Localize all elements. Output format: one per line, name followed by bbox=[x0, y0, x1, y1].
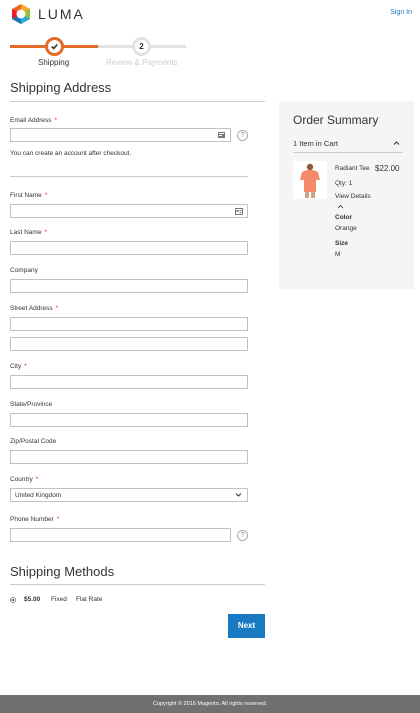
shipping-method-row[interactable]: $5.00 Fixed Flat Rate bbox=[10, 596, 210, 606]
summary-divider bbox=[293, 152, 403, 153]
street-label-text: Street Address bbox=[10, 305, 53, 312]
logo-text: LUMA bbox=[38, 6, 85, 22]
last-name-label-text: Last Name bbox=[10, 229, 42, 236]
size-option-value: M bbox=[335, 251, 341, 258]
state-field[interactable] bbox=[10, 413, 248, 427]
phone-help-icon[interactable]: ? bbox=[237, 530, 248, 541]
step-review-number: 2 bbox=[139, 42, 144, 51]
product-qty: Qty: 1 bbox=[335, 180, 353, 187]
country-label-text: Country bbox=[10, 476, 33, 483]
shipping-address-title: Shipping Address bbox=[10, 80, 112, 95]
next-button[interactable]: Next bbox=[228, 614, 265, 638]
required-mark: * bbox=[44, 192, 48, 199]
shipping-price: $5.00 bbox=[24, 596, 41, 603]
country-select[interactable]: United Kingdom bbox=[10, 488, 248, 502]
step-shipping-circle bbox=[45, 37, 64, 56]
phone-label-text: Phone Number bbox=[10, 516, 54, 523]
first-name-label-text: First Name bbox=[10, 192, 42, 199]
country-selected-value: United Kingdom bbox=[15, 492, 62, 499]
size-option-label: Size bbox=[335, 240, 349, 247]
first-name-field[interactable] bbox=[10, 204, 248, 218]
chevron-up-icon[interactable] bbox=[393, 140, 400, 146]
street-label: Street Address * bbox=[10, 305, 58, 312]
email-help-icon[interactable]: ? bbox=[237, 130, 248, 141]
step-shipping-label: Shipping bbox=[38, 58, 70, 67]
email-note: You can create an account after checkout… bbox=[10, 150, 132, 157]
color-option-label: Color bbox=[335, 214, 352, 221]
phone-field[interactable] bbox=[10, 528, 231, 542]
zip-field[interactable] bbox=[10, 450, 248, 464]
first-name-label: First Name * bbox=[10, 192, 47, 199]
last-name-field[interactable] bbox=[10, 241, 248, 255]
form-divider bbox=[10, 176, 248, 177]
required-mark: * bbox=[44, 229, 47, 236]
phone-label: Phone Number * bbox=[10, 516, 59, 523]
country-label: Country * bbox=[10, 476, 38, 483]
shipping-method-radio[interactable] bbox=[10, 597, 16, 603]
chevron-up-icon[interactable] bbox=[337, 204, 344, 209]
section-divider bbox=[10, 101, 265, 102]
checkout-progress: 2 Shipping Review & Payments bbox=[10, 36, 186, 72]
site-footer: Copyright © 2016 Magento. All rights res… bbox=[0, 695, 420, 713]
shipping-methods-title: Shipping Methods bbox=[10, 564, 115, 579]
product-image bbox=[293, 161, 327, 199]
email-label: Email Address * bbox=[10, 117, 57, 124]
autofill-icon[interactable] bbox=[218, 132, 226, 139]
items-in-cart-toggle[interactable]: 1 Item in Cart bbox=[293, 139, 338, 148]
city-field[interactable] bbox=[10, 375, 248, 389]
street-line-1-field[interactable] bbox=[10, 317, 248, 331]
city-label: City * bbox=[10, 363, 27, 370]
step-review-circle[interactable]: 2 bbox=[132, 37, 151, 56]
luma-logo-icon[interactable] bbox=[10, 3, 32, 25]
copyright-text: Copyright © 2016 Magento. All rights res… bbox=[152, 701, 268, 707]
color-option-value: Orange bbox=[335, 225, 357, 232]
state-label: State/Province bbox=[10, 401, 53, 408]
company-field[interactable] bbox=[10, 279, 248, 293]
city-label-text: City bbox=[10, 363, 22, 370]
required-mark: * bbox=[56, 516, 60, 523]
company-label: Company bbox=[10, 267, 38, 274]
email-label-text: Email Address bbox=[10, 117, 52, 124]
product-name: Radiant Tee bbox=[335, 165, 370, 172]
zip-label: Zip/Postal Code bbox=[10, 438, 57, 445]
shipping-method-name: Flat Rate bbox=[76, 596, 103, 603]
product-price: $22.00 bbox=[375, 164, 400, 173]
last-name-label: Last Name * bbox=[10, 229, 47, 236]
required-mark: * bbox=[55, 305, 59, 312]
order-summary: Order Summary 1 Item in Cart Radiant Tee… bbox=[279, 101, 414, 289]
chevron-down-icon bbox=[235, 493, 242, 497]
sign-in-link[interactable]: Sign In bbox=[390, 9, 412, 16]
view-details-toggle[interactable]: View Details bbox=[335, 193, 371, 200]
check-icon bbox=[51, 43, 58, 50]
required-mark: * bbox=[54, 117, 58, 124]
required-mark: * bbox=[24, 363, 27, 370]
section-divider bbox=[10, 584, 265, 585]
order-summary-title: Order Summary bbox=[293, 113, 379, 127]
shipping-carrier: Fixed bbox=[51, 596, 67, 603]
email-field[interactable] bbox=[10, 128, 231, 142]
required-mark: * bbox=[35, 476, 39, 483]
site-header: LUMA Sign In bbox=[0, 0, 420, 30]
street-line-2-field[interactable] bbox=[10, 337, 248, 351]
step-review-label[interactable]: Review & Payments bbox=[106, 58, 178, 67]
contact-card-icon[interactable] bbox=[235, 208, 243, 215]
